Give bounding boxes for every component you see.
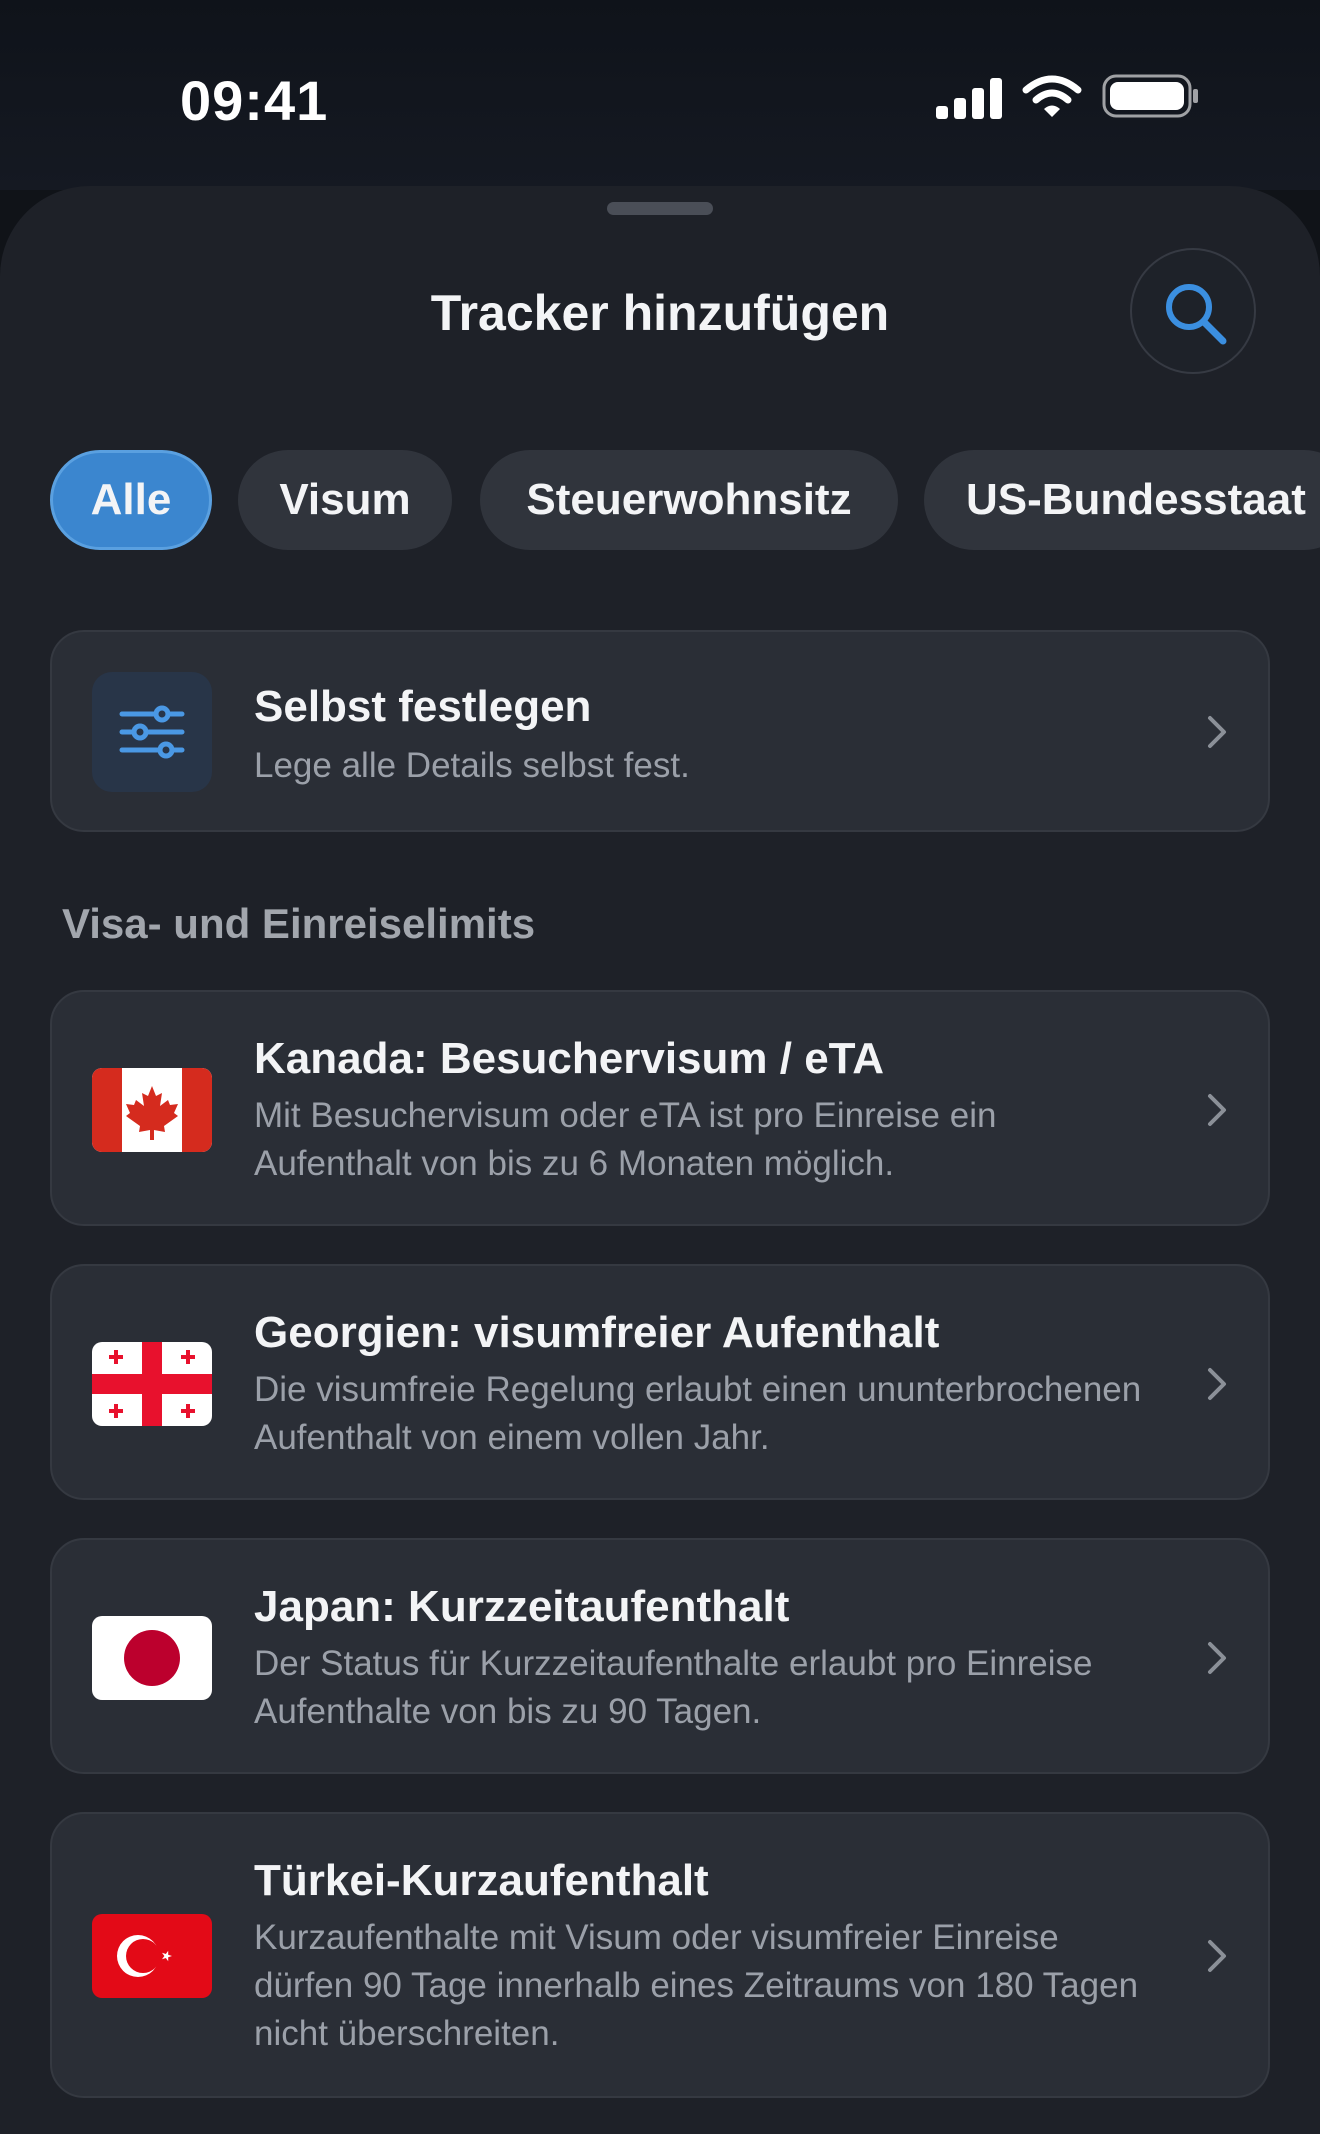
tracker-card-japan[interactable]: Japan: Kurzzeitaufenthalt Der Status für… — [50, 1538, 1270, 1774]
chevron-right-icon — [1208, 716, 1226, 748]
section-title: Visa- und Einreiselimits — [62, 900, 536, 947]
status-bar: 09:41 — [0, 0, 1320, 190]
filter-chip-us-bundesstaat[interactable]: US-Bundesstaat — [924, 450, 1320, 550]
cellular-signal-icon — [936, 78, 1002, 119]
tracker-title: Japan: Kurzzeitaufenthalt — [254, 1582, 790, 1631]
canada-flag-icon — [92, 1068, 212, 1152]
chevron-right-icon — [1208, 1368, 1226, 1400]
tracker-description: Die visumfreie Regelung erlaubt einen un… — [254, 1370, 1142, 1457]
status-time: 09:41 — [180, 69, 329, 132]
tracker-card-canada[interactable]: Kanada: Besuchervisum / eTA Mit Besucher… — [50, 990, 1270, 1226]
chevron-right-icon — [1208, 1094, 1226, 1126]
sliders-icon — [119, 705, 185, 759]
search-button[interactable] — [1130, 248, 1256, 374]
tracker-card-turkey[interactable]: Türkei-Kurzaufenthalt Kurzaufenthalte mi… — [50, 1812, 1270, 2098]
sheet-title: Tracker hinzufügen — [430, 285, 890, 341]
tracker-title: Kanada: Besuchervisum / eTA — [254, 1034, 885, 1083]
tracker-description: Kurzaufenthalte mit Visum oder visumfrei… — [254, 1918, 1139, 2053]
tracker-description: Mit Besuchervisum oder eTA ist pro Einre… — [254, 1096, 997, 1183]
georgia-flag-icon — [92, 1342, 212, 1426]
tracker-title: Georgien: visumfreier Aufenthalt — [254, 1308, 940, 1357]
battery-icon — [1102, 74, 1198, 118]
custom-tracker-card[interactable]: Selbst festlegen Lege alle Details selbs… — [50, 630, 1270, 832]
filter-chips: Alle Visum Steuerwohnsitz US-Bundesstaat — [0, 450, 1320, 552]
filter-chip-steuerwohnsitz[interactable]: Steuerwohnsitz — [480, 450, 898, 550]
filter-chip-alle[interactable]: Alle — [50, 450, 212, 550]
tracker-title: Türkei-Kurzaufenthalt — [254, 1856, 709, 1905]
chevron-right-icon — [1208, 1642, 1226, 1674]
turkey-flag-icon — [92, 1914, 212, 1998]
search-icon — [1166, 284, 1227, 345]
japan-flag-icon — [92, 1616, 212, 1700]
chevron-right-icon — [1208, 1940, 1226, 1972]
tracker-description: Der Status für Kurzzeitaufenthalte erlau… — [254, 1644, 1093, 1731]
settings-tile — [92, 672, 212, 792]
status-icons — [934, 72, 1204, 122]
wifi-icon — [1022, 75, 1082, 117]
sheet-grabber[interactable] — [607, 202, 713, 215]
tracker-card-georgia[interactable]: Georgien: visumfreier Aufenthalt Die vis… — [50, 1264, 1270, 1500]
custom-tracker-description: Lege alle Details selbst fest. — [254, 746, 690, 785]
filter-chip-visum[interactable]: Visum — [238, 450, 452, 550]
custom-tracker-title: Selbst festlegen — [254, 682, 592, 731]
